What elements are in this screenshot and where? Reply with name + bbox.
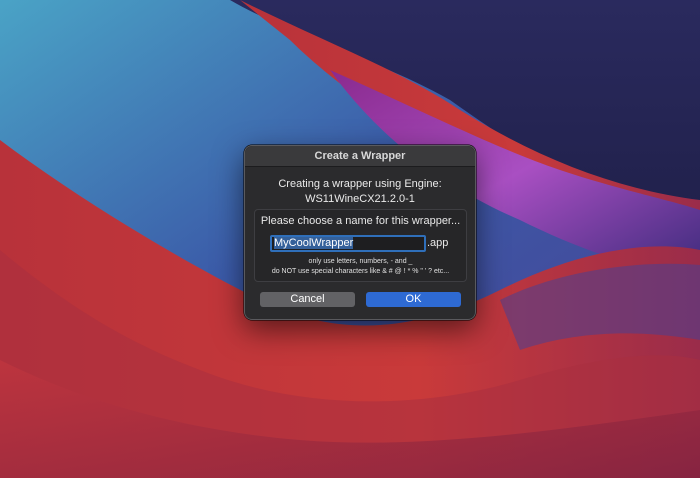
hint-allowed-chars: only use letters, numbers, - and _ bbox=[308, 258, 413, 265]
name-prompt: Please choose a name for this wrapper... bbox=[260, 215, 461, 227]
engine-info-line: Creating a wrapper using Engine: bbox=[278, 178, 442, 190]
wrapper-name-field[interactable]: MyCoolWrapper bbox=[270, 234, 426, 252]
engine-info: Creating a wrapper using Engine: WS11Win… bbox=[245, 177, 475, 207]
wrapper-name-value: MyCoolWrapper bbox=[274, 236, 354, 249]
name-group-box: Please choose a name for this wrapper...… bbox=[254, 209, 467, 282]
hint-forbidden-chars: do NOT use special characters like & # @… bbox=[271, 268, 450, 275]
ok-button[interactable]: OK bbox=[366, 292, 461, 307]
app-suffix: .app bbox=[427, 237, 449, 249]
engine-name: WS11WineCX21.2.0-1 bbox=[305, 193, 415, 205]
desktop: Create a Wrapper Creating a wrapper usin… bbox=[0, 0, 700, 478]
dialog-title: Create a Wrapper bbox=[245, 146, 475, 167]
name-row: MyCoolWrapper .app bbox=[270, 234, 448, 252]
create-wrapper-dialog: Create a Wrapper Creating a wrapper usin… bbox=[244, 145, 476, 320]
cancel-button[interactable]: Cancel bbox=[260, 292, 355, 307]
